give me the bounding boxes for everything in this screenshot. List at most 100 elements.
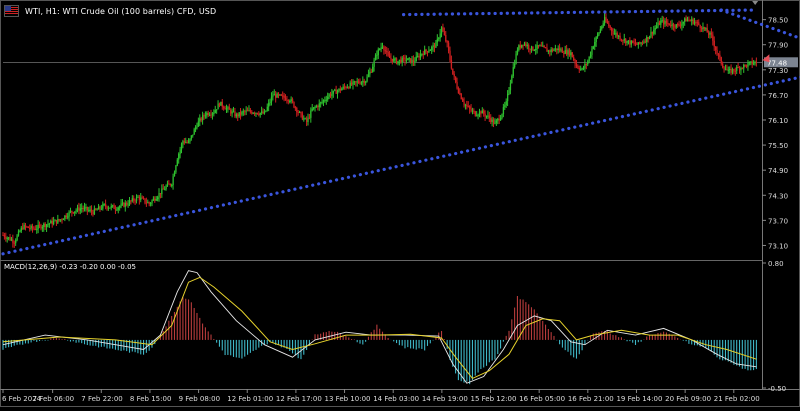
candle-body — [127, 204, 129, 206]
candle-body — [516, 50, 519, 54]
candle-body — [695, 21, 697, 23]
current-price-label: 77.48 — [767, 59, 787, 67]
chart-window[interactable]: WTI, H1: WTI Crude Oil (100 barrels) CFD… — [0, 0, 800, 407]
candle-body — [733, 69, 735, 71]
candle-body — [78, 207, 80, 211]
time-tick-label: 19 Feb 14:00 — [616, 395, 662, 403]
candle-body — [258, 114, 260, 116]
candle-body — [304, 118, 306, 120]
candle-body — [301, 113, 304, 120]
candle-body — [343, 86, 346, 88]
candle-body — [149, 203, 152, 205]
candle-body — [641, 42, 644, 44]
candle-body — [387, 51, 389, 56]
candle-body — [109, 207, 111, 209]
candle-body — [619, 35, 621, 40]
candle-body — [463, 101, 465, 105]
candle-body — [172, 176, 174, 185]
candle-body — [22, 227, 24, 229]
candle-body — [689, 20, 692, 22]
macd-tick-label: -0.50 — [768, 385, 786, 393]
candle-body — [400, 59, 402, 63]
candle-body — [663, 20, 665, 25]
candle-body — [358, 81, 360, 83]
candle-body — [508, 90, 510, 94]
candle-body — [225, 108, 228, 110]
candle-body — [397, 61, 399, 64]
candle-body — [512, 67, 514, 76]
candle-body — [699, 24, 701, 28]
candle-body — [485, 115, 488, 117]
candle-body — [667, 22, 669, 24]
candle-body — [245, 110, 247, 112]
candle-body — [446, 41, 448, 43]
candle-body — [36, 228, 38, 230]
candle-body — [23, 224, 25, 229]
candle-body — [407, 58, 409, 61]
candle-body — [102, 204, 104, 209]
price-chart[interactable]: 78.50 77.90 77.30 76.70 76.10 75.50 74.90 74.30… — [0, 0, 800, 407]
candle-body — [563, 52, 565, 54]
candle-body — [657, 22, 659, 27]
candle-body — [415, 56, 417, 62]
candle-body — [611, 27, 613, 32]
candle-body — [684, 18, 686, 22]
candle-body — [306, 118, 308, 123]
candle-body — [117, 207, 119, 210]
candle-body — [352, 81, 354, 85]
candle-body — [470, 108, 472, 111]
time-tick-label: 14 Feb 03:00 — [373, 395, 419, 403]
candle-body — [588, 56, 590, 62]
candle-body — [37, 224, 39, 229]
candle-body — [182, 141, 184, 145]
candle-body — [634, 42, 637, 45]
candle-body — [629, 40, 631, 45]
candle-body — [605, 17, 607, 22]
candle-body — [425, 49, 427, 52]
candle-body — [698, 22, 700, 25]
candle-body — [79, 208, 82, 211]
candle-body — [175, 165, 177, 173]
candle-body — [336, 90, 339, 94]
candle-body — [60, 219, 62, 221]
candle-body — [537, 45, 540, 47]
candle-body — [145, 202, 148, 204]
candle-body — [544, 47, 547, 49]
candle-body — [671, 23, 673, 26]
candle-body — [298, 111, 301, 113]
candle-body — [476, 115, 478, 117]
candle-body — [342, 86, 344, 89]
candle-body — [161, 188, 163, 195]
candle-body — [481, 110, 483, 114]
candle-body — [166, 183, 169, 187]
candle-body — [224, 108, 226, 110]
candle-body — [710, 32, 713, 35]
candle-body — [329, 94, 332, 96]
candle-body — [643, 41, 645, 43]
candle-body — [335, 89, 337, 94]
candle-body — [450, 60, 453, 69]
candle-body — [595, 37, 597, 42]
candle-body — [196, 126, 198, 128]
candle-body — [525, 43, 527, 47]
candle-body — [553, 49, 555, 51]
candle-body — [203, 115, 205, 117]
candle-body — [296, 107, 298, 113]
candle-body — [269, 101, 271, 103]
time-tick-label: 8 Feb 15:00 — [130, 395, 171, 403]
candle-body — [556, 48, 558, 51]
candle-body — [100, 208, 103, 210]
candle-body — [734, 70, 736, 72]
candle-body — [65, 215, 67, 218]
candle-body — [190, 135, 193, 139]
candle-body — [433, 45, 436, 48]
candle-body — [730, 68, 732, 73]
candle-body — [110, 205, 112, 208]
candle-body — [341, 88, 343, 91]
candle-body — [64, 215, 66, 220]
candle-body — [239, 112, 242, 115]
time-tick-label: 12 Feb 17:00 — [276, 395, 322, 403]
candle-body — [116, 209, 118, 211]
candle-body — [155, 199, 157, 201]
candle-body — [207, 112, 209, 116]
